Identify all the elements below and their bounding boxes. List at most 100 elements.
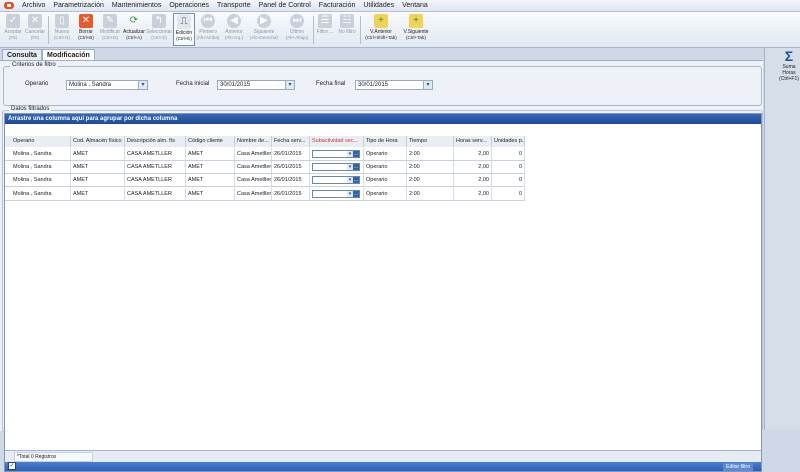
menu-facturacion[interactable]: Facturación [315, 0, 360, 11]
filter-checkbox[interactable]: ✓ [8, 462, 16, 470]
cell-tipo-hora[interactable]: Operario [364, 188, 407, 200]
nuevo-button[interactable]: ▯ Nuevo (Ctrl+N) [50, 13, 74, 46]
cell-nombre[interactable]: Casa Ametller [235, 174, 272, 186]
cell-nombre[interactable]: Casa Ametller [235, 188, 272, 200]
table-row[interactable]: Molina , Sandra AMET CASA AMETLLER AMET … [5, 161, 525, 174]
app-logo-icon[interactable] [4, 2, 14, 9]
cell-tiempo[interactable]: 2:00 [407, 148, 454, 160]
subactividad-select[interactable]: ▾ … [312, 190, 360, 198]
column-header-descripcion[interactable]: Descripción alm. fís [125, 136, 186, 147]
fecha-final-field[interactable]: 30/01/2015 ▾ [355, 80, 433, 90]
menu-panel-control[interactable]: Panel de Control [255, 0, 315, 11]
table-row[interactable]: Molina , Sandra AMET CASA AMETLLER AMET … [5, 188, 525, 201]
menu-ventana[interactable]: Ventana [398, 0, 432, 11]
column-header-nombre[interactable]: Nombre de... [235, 136, 272, 147]
cell-descripcion[interactable]: CASA AMETLLER [125, 161, 186, 173]
menu-operaciones[interactable]: Operaciones [165, 0, 213, 11]
cell-horas-servicio[interactable]: 2,00 [454, 148, 492, 160]
borrar-button[interactable]: ✕ Borrar (Ctrl+B) [74, 13, 98, 46]
cell-fecha-servicio[interactable]: 26/01/2015 [272, 148, 310, 160]
cell-horas-servicio[interactable]: 2,00 [454, 174, 492, 186]
cell-fecha-servicio[interactable]: 26/01/2015 [272, 161, 310, 173]
cell-tipo-hora[interactable]: Operario [364, 161, 407, 173]
cell-subactividad[interactable]: ▾ … [310, 188, 364, 200]
primero-button[interactable]: ⏮ Primero (Alt+Arriba) [196, 13, 220, 46]
cell-operario[interactable]: Molina , Sandra [5, 174, 71, 186]
cell-cod-almacen[interactable]: AMET [71, 161, 125, 173]
aceptar-button[interactable]: ✓ Aceptar (F5) [2, 13, 24, 46]
cell-unidades[interactable]: 0 [492, 161, 525, 173]
cell-subactividad[interactable]: ▾ … [310, 174, 364, 186]
cell-tiempo[interactable]: 2:00 [407, 188, 454, 200]
operario-select[interactable]: Molina , Sandra ▾ [66, 80, 148, 90]
seleccionar-button[interactable]: ↰ Seleccionar (Ctrl+S) [146, 13, 172, 46]
cell-unidades[interactable]: 0 [492, 188, 525, 200]
ellipsis-icon[interactable]: … [353, 151, 359, 157]
cell-nombre[interactable]: Casa Ametller [235, 148, 272, 160]
cell-descripcion[interactable]: CASA AMETLLER [125, 188, 186, 200]
cell-descripcion[interactable]: CASA AMETLLER [125, 148, 186, 160]
cell-tipo-hora[interactable]: Operario [364, 174, 407, 186]
cell-operario[interactable]: Molina , Sandra [5, 161, 71, 173]
ellipsis-icon[interactable]: … [353, 191, 359, 197]
column-header-operario[interactable]: Operario [5, 136, 71, 147]
group-by-panel[interactable]: Arrastre una columna aquí para agrupar p… [5, 114, 761, 124]
cell-fecha-servicio[interactable]: 26/01/2015 [272, 174, 310, 186]
ellipsis-icon[interactable]: … [353, 177, 359, 183]
ellipsis-icon[interactable]: … [353, 164, 359, 170]
menu-parametrizacion[interactable]: Parametrización [49, 0, 108, 11]
cell-codigo-cliente[interactable]: AMET [186, 188, 235, 200]
ultimo-button[interactable]: ⏭ Último (Alt+Abajo) [282, 13, 312, 46]
edit-filter-button[interactable]: Editar filtro [723, 463, 753, 471]
cell-cod-almacen[interactable]: AMET [71, 174, 125, 186]
siguiente-button[interactable]: ▶ Siguiente (Alt+Derecha) [248, 13, 280, 46]
cell-cod-almacen[interactable]: AMET [71, 188, 125, 200]
column-header-subactividad[interactable]: Subactividad sec... [310, 136, 364, 147]
menu-mantenimientos[interactable]: Mantenimientos [108, 0, 165, 11]
cell-tipo-hora[interactable]: Operario [364, 148, 407, 160]
filtro-button[interactable]: ☰ Filtro ... [315, 13, 335, 46]
cell-codigo-cliente[interactable]: AMET [186, 148, 235, 160]
table-row[interactable]: Molina , Sandra AMET CASA AMETLLER AMET … [5, 174, 525, 187]
cell-codigo-cliente[interactable]: AMET [186, 161, 235, 173]
table-row[interactable]: Molina , Sandra AMET CASA AMETLLER AMET … [5, 148, 525, 161]
cell-tiempo[interactable]: 2:00 [407, 174, 454, 186]
cancelar-button[interactable]: ✕ Cancelar (F8) [24, 13, 46, 46]
cell-subactividad[interactable]: ▾ … [310, 148, 364, 160]
v-anterior-button[interactable]: + V.Anterior (Ctrl+Shift+Tab) [362, 13, 400, 46]
subactividad-select[interactable]: ▾ … [312, 163, 360, 171]
cell-operario[interactable]: Molina , Sandra [5, 148, 71, 160]
column-header-tiempo[interactable]: Tiempo [407, 136, 454, 147]
cell-unidades[interactable]: 0 [492, 148, 525, 160]
subactividad-select[interactable]: ▾ … [312, 150, 360, 158]
no-filtro-button[interactable]: ☷ No filtro [336, 13, 358, 46]
cell-horas-servicio[interactable]: 2,00 [454, 161, 492, 173]
column-header-fecha-servicio[interactable]: Fecha serv... [272, 136, 310, 147]
cell-nombre[interactable]: Casa Ametller [235, 161, 272, 173]
suma-horas-button[interactable]: Σ Suma Horas (Ctrl+F1) [778, 48, 800, 82]
column-header-codigo-cliente[interactable]: Código cliente [186, 136, 235, 147]
anterior-button[interactable]: ◀ Anterior (Alt+Izq.) [222, 13, 246, 46]
cell-subactividad[interactable]: ▾ … [310, 161, 364, 173]
modificar-button[interactable]: ✎ Modificar (Ctrl+D) [98, 13, 122, 46]
column-header-tipo-hora[interactable]: Tipo de Hora [364, 136, 407, 147]
column-header-cod-almacen[interactable]: Cod. Almacén físico [71, 136, 125, 147]
cell-fecha-servicio[interactable]: 26/01/2015 [272, 188, 310, 200]
cell-unidades[interactable]: 0 [492, 174, 525, 186]
cell-codigo-cliente[interactable]: AMET [186, 174, 235, 186]
cell-operario[interactable]: Molina , Sandra [5, 188, 71, 200]
column-header-unidades[interactable]: Unidades p... [492, 136, 525, 147]
fecha-inicial-field[interactable]: 30/01/2015 ▾ [217, 80, 295, 90]
subactividad-select[interactable]: ▾ … [312, 176, 360, 184]
cell-horas-servicio[interactable]: 2,00 [454, 188, 492, 200]
cell-descripcion[interactable]: CASA AMETLLER [125, 174, 186, 186]
v-siguiente-button[interactable]: + V.Siguiente (Ctrl+Tab) [402, 13, 430, 46]
chevron-down-icon[interactable]: ▾ [138, 81, 147, 89]
menu-utilidades[interactable]: Utilidades [359, 0, 398, 11]
actualizar-button[interactable]: ⟳ Actualizar (Ctrl+A) [122, 13, 146, 46]
cell-tiempo[interactable]: 2:00 [407, 161, 454, 173]
menu-transporte[interactable]: Transporte [213, 0, 255, 11]
column-header-horas-servicio[interactable]: Horas serv... [454, 136, 492, 147]
chevron-down-icon[interactable]: ▾ [285, 81, 294, 89]
edicion-button[interactable]: ⎍ Edición (Ctrl+E) [173, 13, 195, 46]
